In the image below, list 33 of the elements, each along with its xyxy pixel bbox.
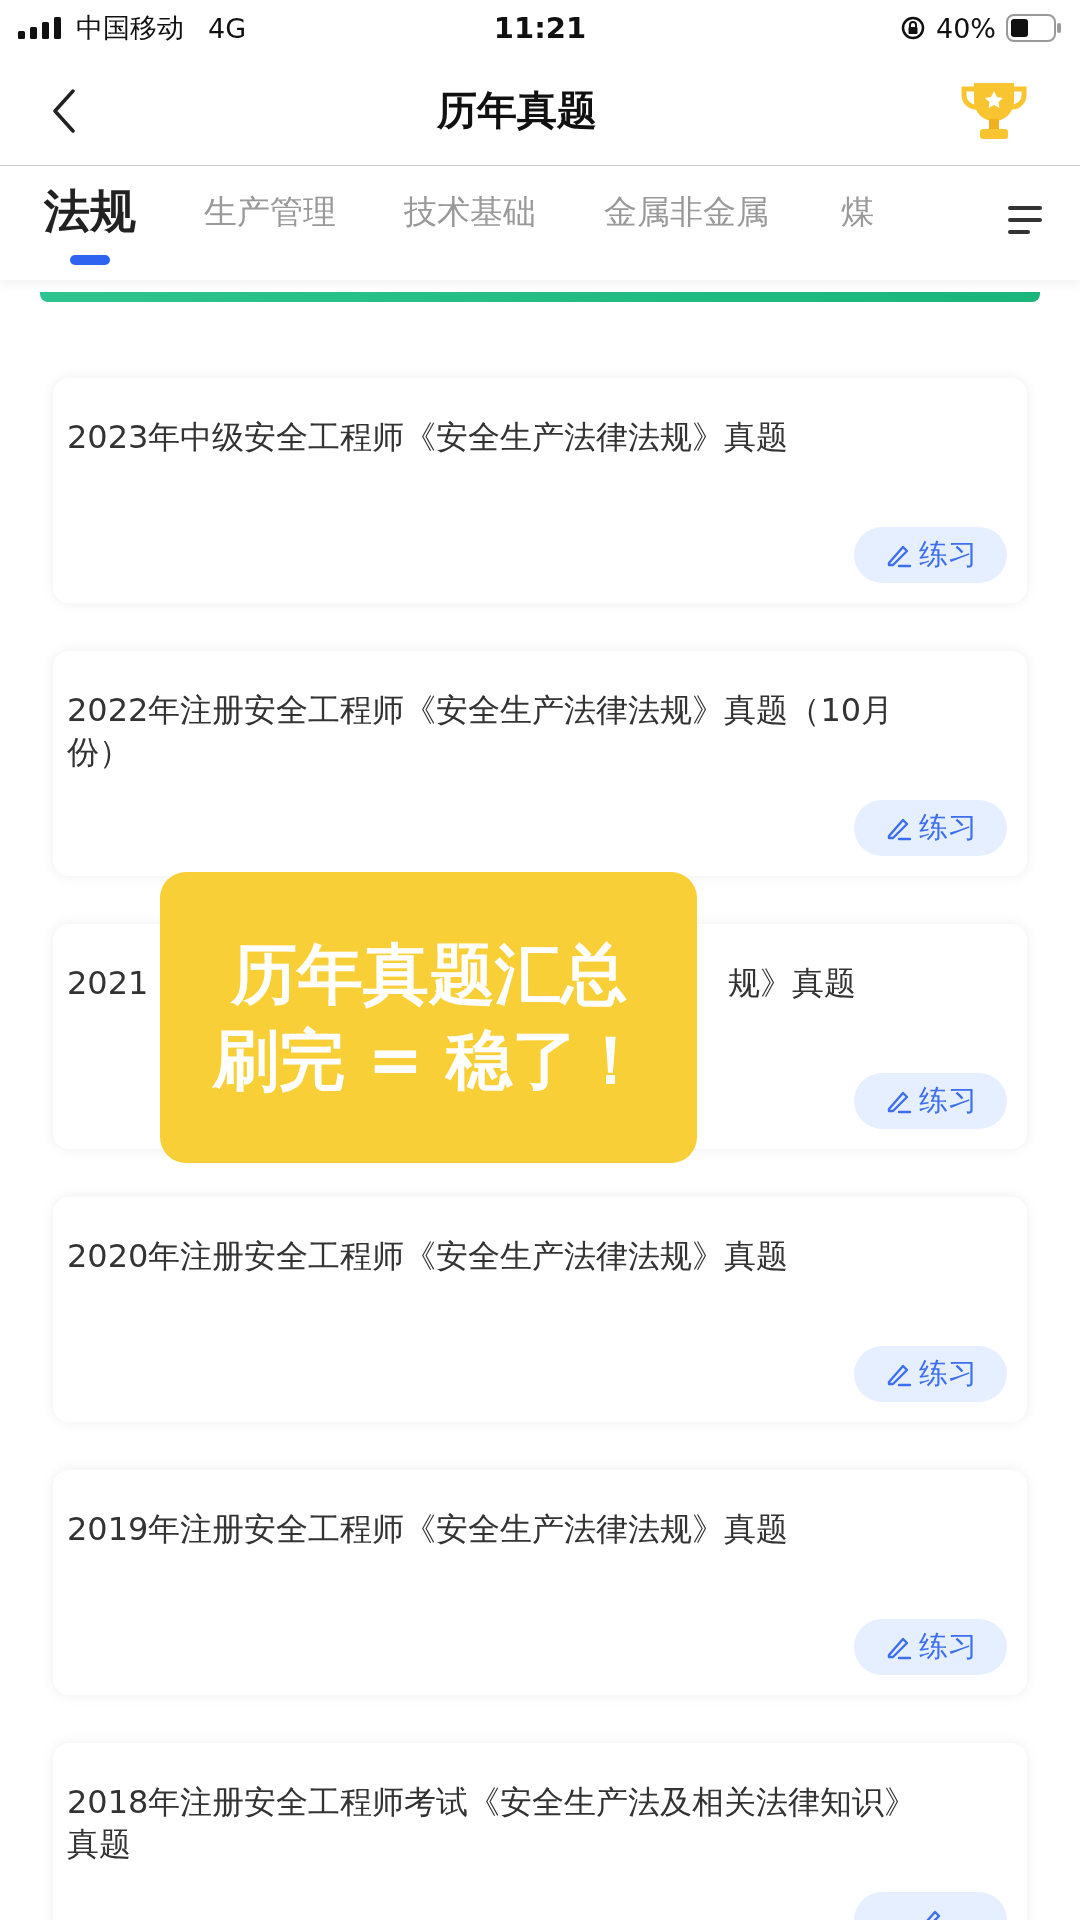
category-tab[interactable]: 金属非金属 <box>604 189 769 257</box>
practice-button[interactable]: 练习 <box>854 800 1007 856</box>
exam-title: 2021 <box>67 963 149 1004</box>
exam-card[interactable]: 2022年注册安全工程师《安全生产法律法规》真题（10月份） 练习 <box>53 651 1027 876</box>
back-icon[interactable] <box>52 88 76 133</box>
practice-button[interactable]: 练习 <box>854 1073 1007 1129</box>
exam-title: 2022年注册安全工程师《安全生产法律法规》真题（10月份） <box>67 690 895 773</box>
sticker-text: 历年真题汇总 <box>230 936 627 1013</box>
category-tab[interactable]: 生产管理 <box>204 189 336 257</box>
exam-title: 2019年注册安全工程师《安全生产法律法规》真题 <box>67 1509 790 1550</box>
category-tab[interactable]: 煤 <box>837 189 877 257</box>
exam-card[interactable]: 2019年注册安全工程师《安全生产法律法规》真题 练习 <box>53 1470 1027 1695</box>
page-title: 历年真题 <box>437 86 597 135</box>
clock: 11:21 <box>492 11 588 45</box>
practice-button[interactable]: 练习 <box>854 527 1007 583</box>
battery-icon <box>1006 14 1062 42</box>
category-tab[interactable]: 技术基础 <box>404 189 536 257</box>
practice-button[interactable]: 练习 <box>854 1619 1007 1675</box>
rotation-lock-icon <box>900 15 926 41</box>
exam-card[interactable]: 2018年注册安全工程师考试《安全生产法及相关法律知识》真题 <box>53 1743 1027 1920</box>
category-tab[interactable]: 法规 <box>44 181 136 265</box>
network-type: 4G <box>208 12 247 44</box>
exam-title: 2018年注册安全工程师考试《安全生产法及相关法律知识》真题 <box>67 1782 917 1865</box>
signal-icon <box>18 17 64 39</box>
sticker-text: 刷完 = 稳了！ <box>212 1022 645 1099</box>
practice-button[interactable]: 练习 <box>854 1346 1007 1402</box>
exam-title: 2023年中级安全工程师《安全生产法律法规》真题 <box>67 417 790 458</box>
exam-title: 2020年注册安全工程师《安全生产法律法规》真题 <box>67 1236 790 1277</box>
battery-percent: 40% <box>936 12 996 44</box>
exam-card[interactable]: 2020年注册安全工程师《安全生产法律法规》真题 练习 <box>53 1197 1027 1422</box>
exam-card[interactable]: 2023年中级安全工程师《安全生产法律法规》真题 练习 <box>53 378 1027 603</box>
exam-title: 规》真题 <box>728 963 857 1004</box>
carrier-name: 中国移动 <box>76 11 184 45</box>
